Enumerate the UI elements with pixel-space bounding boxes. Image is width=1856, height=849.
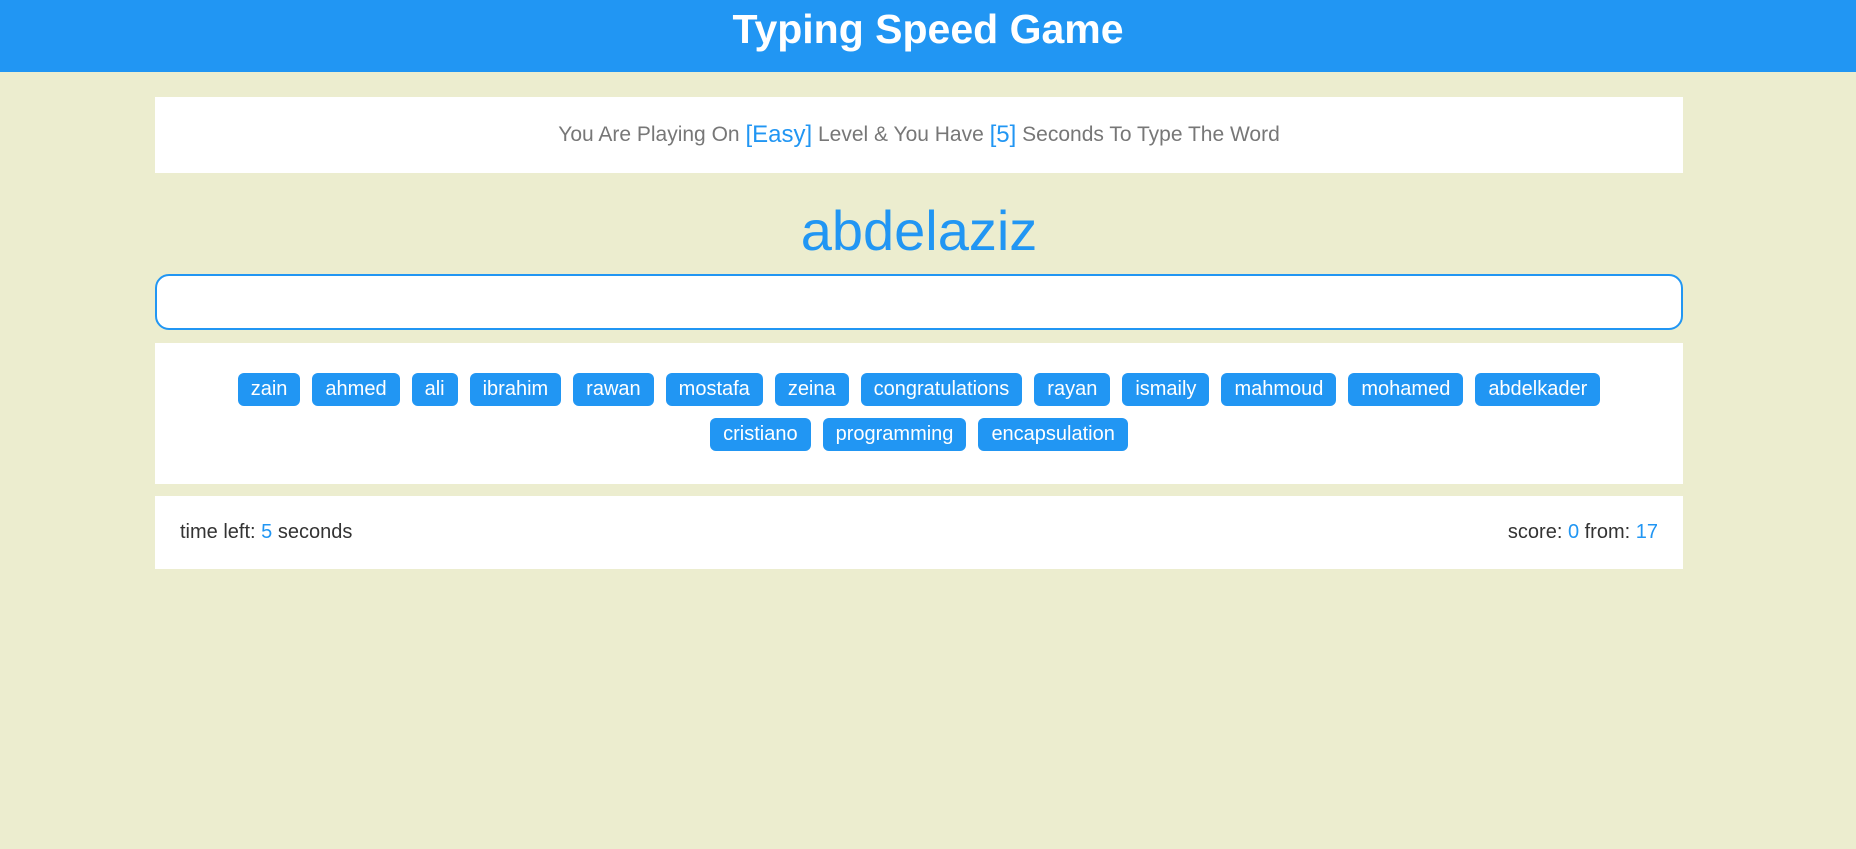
word-chip: ahmed — [312, 373, 400, 406]
total-value: 17 — [1635, 521, 1658, 543]
word-chip: congratulations — [860, 373, 1023, 406]
score-label: score: — [1507, 521, 1563, 543]
score-value: 0 — [1567, 521, 1580, 543]
game-header: Typing Speed Game — [0, 0, 1856, 72]
word-chip: rawan — [573, 373, 654, 406]
word-chip: abdelkader — [1475, 373, 1601, 406]
game-control: time left: 5 seconds score: 0 from: 17 — [155, 496, 1683, 569]
word-chip: encapsulation — [978, 418, 1128, 451]
word-chip: mohamed — [1348, 373, 1464, 406]
word-chip: programming — [822, 418, 967, 451]
word-chip: cristiano — [710, 418, 811, 451]
level-name: [Easy] — [745, 121, 813, 148]
word-chip: rayan — [1034, 373, 1111, 406]
time-label: time left: — [180, 521, 256, 543]
current-word: abdelaziz — [800, 198, 1038, 262]
word-chip: ibrahim — [469, 373, 562, 406]
score: score: 0 from: 17 — [1508, 521, 1658, 544]
message-suffix: Seconds To Type The Word — [1022, 123, 1280, 146]
word-chip: mahmoud — [1221, 373, 1337, 406]
word-chip: zain — [237, 373, 301, 406]
word-chip: ali — [411, 373, 458, 406]
time-value: 5 — [261, 521, 273, 543]
message-middle: Level & You Have — [817, 123, 984, 146]
time-unit: seconds — [277, 521, 353, 543]
typing-input[interactable] — [155, 274, 1683, 330]
upcoming-words: zain ahmed ali ibrahim rawan mostafa zeina cong… — [155, 343, 1683, 484]
time-left: time left: 5 seconds — [180, 521, 352, 544]
message-prefix: You Are Playing On — [558, 123, 740, 146]
level-seconds: [5] — [989, 121, 1017, 148]
word-chip: mostafa — [665, 373, 763, 406]
game-title: Typing Speed Game — [732, 5, 1124, 52]
word-chip: zeina — [774, 373, 849, 406]
total-label: from: — [1584, 521, 1631, 543]
level-message: You Are Playing On [Easy] Level & You Ha… — [155, 97, 1683, 173]
word-chip: ismaily — [1122, 373, 1210, 406]
